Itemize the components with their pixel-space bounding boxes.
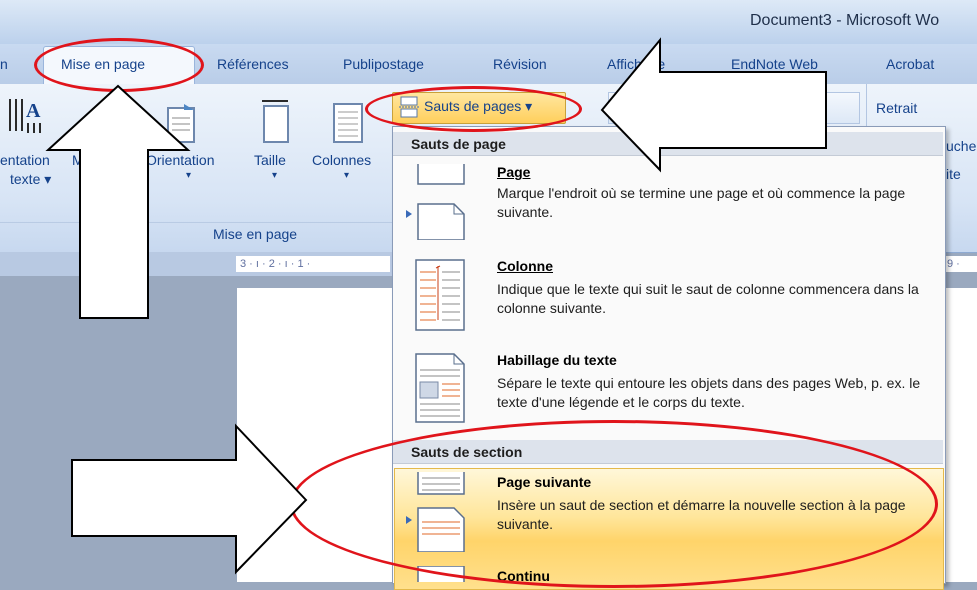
arrow-up-icon (45, 84, 191, 319)
arrow-right-bottom-icon (71, 423, 308, 575)
annotation-arrows (45, 37, 827, 575)
arrow-left-top-icon (600, 37, 827, 173)
